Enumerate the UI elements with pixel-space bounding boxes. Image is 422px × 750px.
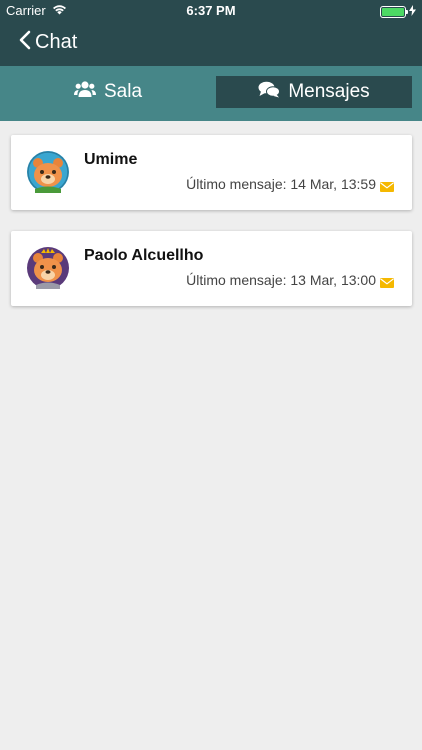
last-message-text: Último mensaje: 13 Mar, 13:00 — [186, 272, 376, 288]
conversation-card[interactable]: Paolo Alcuellho Último mensaje: 13 Mar, … — [11, 231, 412, 306]
status-right — [380, 4, 416, 19]
status-time: 6:37 PM — [186, 3, 236, 18]
conversation-card[interactable]: Umime Último mensaje: 14 Mar, 13:59 — [11, 135, 412, 210]
status-bar: Carrier 6:37 PM — [0, 0, 422, 22]
back-button[interactable]: Chat — [18, 30, 77, 55]
mail-icon — [380, 275, 394, 288]
battery-icon — [380, 5, 408, 18]
tab-sala[interactable]: Sala — [10, 76, 206, 108]
chat-bubbles-icon — [258, 81, 281, 104]
nav-bar: Chat — [0, 22, 422, 66]
last-message-text: Último mensaje: 14 Mar, 13:59 — [186, 176, 376, 192]
tab-sala-label: Sala — [103, 81, 143, 102]
tab-bar: Sala Mensajes — [0, 66, 422, 121]
chevron-left-icon — [18, 30, 31, 55]
charging-icon — [409, 4, 416, 19]
avatar — [27, 151, 69, 193]
tab-mensajes-label: Mensajes — [288, 81, 370, 102]
mail-icon — [380, 179, 394, 192]
tab-mensajes[interactable]: Mensajes — [216, 76, 412, 108]
conversation-name: Paolo Alcuellho — [84, 247, 204, 264]
last-message-meta: Último mensaje: 13 Mar, 13:00 — [186, 272, 394, 288]
conversation-name: Umime — [84, 151, 138, 168]
back-label: Chat — [35, 31, 78, 53]
users-icon — [73, 80, 96, 104]
last-message-meta: Último mensaje: 14 Mar, 13:59 — [186, 176, 394, 192]
avatar — [27, 247, 69, 289]
